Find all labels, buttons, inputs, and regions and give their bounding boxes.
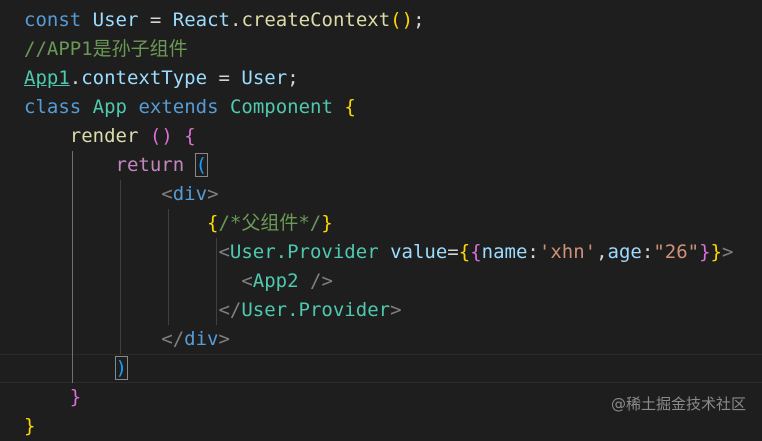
code-line[interactable]: } xyxy=(24,383,81,412)
watermark: @稀土掘金技术社区 xyxy=(610,395,746,413)
code-line[interactable]: const User = React.createContext(); xyxy=(24,6,425,35)
code-line[interactable]: <App2 /> xyxy=(24,267,333,296)
code-line[interactable]: <User.Provider value={{name:'xhn',age:"2… xyxy=(24,238,733,267)
code-line[interactable]: } xyxy=(24,412,35,441)
code-line[interactable]: App1.contextType = User; xyxy=(24,64,299,93)
code-line[interactable]: return ( xyxy=(24,151,209,180)
code-line[interactable]: //APP1是孙子组件 xyxy=(24,35,188,64)
code-line[interactable]: {/*父组件*/} xyxy=(24,209,333,238)
code-line[interactable]: <div> xyxy=(24,180,218,209)
code-editor[interactable]: const User = React.createContext(); //AP… xyxy=(0,0,762,437)
code-line[interactable]: render () { xyxy=(24,122,196,151)
code-line[interactable]: class App extends Component { xyxy=(24,93,356,122)
code-line[interactable]: </div> xyxy=(24,325,230,354)
code-line[interactable]: </User.Provider> xyxy=(24,296,401,325)
code-line[interactable]: ) xyxy=(24,354,129,383)
